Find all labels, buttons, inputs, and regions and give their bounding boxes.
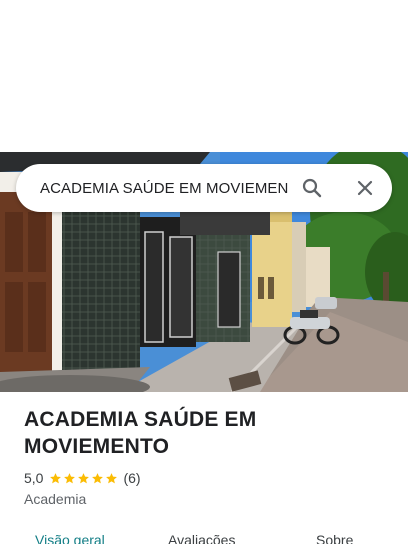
search-bar[interactable]: ACADEMIA SAÚDE EM MOVIEMENTO <box>16 164 392 212</box>
rating-row[interactable]: 5,0 (6) <box>24 469 394 487</box>
tab-reviews[interactable]: Avaliações <box>168 532 235 544</box>
rating-value: 5,0 <box>24 470 44 486</box>
close-icon[interactable] <box>353 176 377 200</box>
star-rating <box>49 472 118 485</box>
star-icon <box>92 472 104 483</box>
place-category: Academia <box>24 491 87 507</box>
top-blank-area <box>0 0 408 152</box>
search-input[interactable]: ACADEMIA SAÚDE EM MOVIEMENTO <box>40 180 288 197</box>
review-count: (6) <box>123 470 141 486</box>
tab-overview[interactable]: Visão geral <box>35 532 105 544</box>
star-icon <box>106 472 118 483</box>
place-page: ACADEMIA SAÚDE EM MOVIEMENTO ACADEMIA SA… <box>0 0 408 544</box>
search-icon[interactable] <box>300 176 324 200</box>
tab-about[interactable]: Sobre <box>316 532 353 544</box>
tab-bar: Visão geral Avaliações Sobre <box>0 528 408 544</box>
place-title: ACADEMIA SAÚDE EM MOVIEMENTO <box>24 408 257 458</box>
star-icon <box>64 472 76 483</box>
star-icon <box>50 472 62 483</box>
place-info: ACADEMIA SAÚDE EM MOVIEMENTO 5,0 (6) Aca… <box>24 406 394 507</box>
star-icon <box>78 472 90 483</box>
